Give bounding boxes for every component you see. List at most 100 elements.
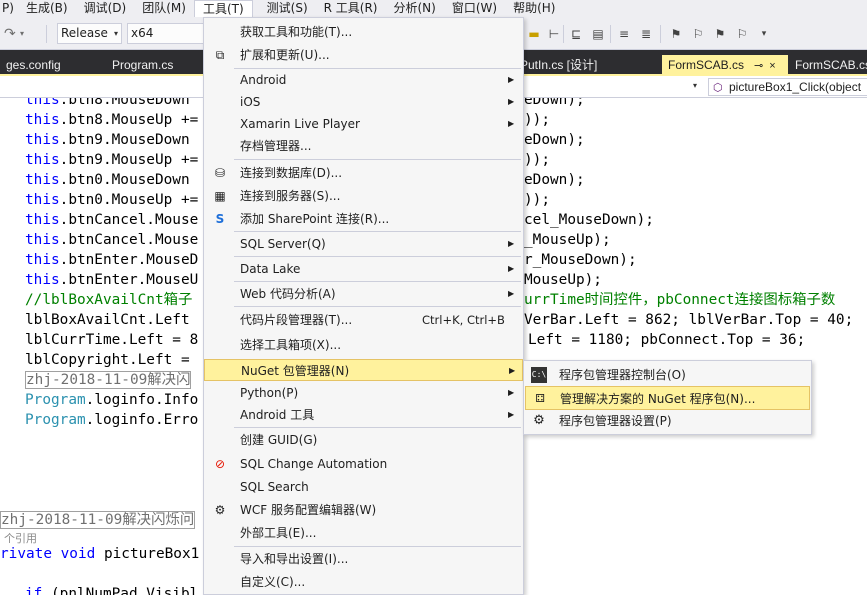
- code-line: zhj-2018-11-09解决闪烁问: [0, 510, 196, 530]
- menu-tools[interactable]: 工具(T): [193, 0, 253, 18]
- menu-item-data-lake[interactable]: Data Lake ▶: [204, 258, 523, 280]
- code-line-tail: r_MouseDown);: [524, 252, 637, 268]
- code-comment-tail: urrTime时间控件，pbConnect连接图标箱子数: [524, 292, 836, 308]
- menu-item-sql-server[interactable]: SQL Server(Q) ▶: [204, 233, 523, 255]
- menu-item-import-export-settings[interactable]: 导入和导出设置(I)...: [204, 548, 523, 570]
- menu-item-label: 自定义(C)...: [240, 575, 306, 589]
- toolbar-overflow-icon[interactable]: ▾: [756, 26, 772, 42]
- menu-item-label: 外部工具(E)...: [240, 526, 317, 540]
- menu-item-connect-database[interactable]: ⛁ 连接到数据库(D)...: [204, 162, 523, 184]
- comment-icon[interactable]: ≡: [616, 26, 632, 42]
- submenu-arrow-icon: ▶: [508, 264, 515, 273]
- pin-icon[interactable]: ⊸: [754, 60, 763, 72]
- menu-team[interactable]: 团队(M): [134, 0, 194, 17]
- member-dropdown[interactable]: ⬡ pictureBox1_Click(object: [708, 78, 867, 96]
- member-name: pictureBox1_Click(object: [729, 80, 862, 94]
- toolbar-icon-c[interactable]: ⊑: [568, 26, 584, 42]
- menu-item-android-tools[interactable]: Android 工具 ▶: [204, 404, 523, 426]
- menu-item-customize[interactable]: 自定义(C)...: [204, 571, 523, 593]
- menu-item-external-tools[interactable]: 外部工具(E)...: [204, 522, 523, 544]
- menu-separator: [234, 546, 521, 547]
- submenu-item-package-manager-settings[interactable]: ⚙ 程序包管理器设置(P): [525, 409, 810, 433]
- code-line: this.btnEnter.MouseD: [25, 252, 199, 268]
- menu-bar: P) 生成(B) 调试(D) 团队(M) 工具(T) 测试(S) R 工具(R)…: [0, 0, 867, 18]
- menu-debug[interactable]: 调试(D): [76, 0, 135, 17]
- menu-item-label: Android: [240, 73, 287, 87]
- menu-item-wcf-config-editor[interactable]: ⚙ WCF 服务配置编辑器(W): [204, 499, 523, 521]
- submenu-arrow-icon: ▶: [509, 366, 516, 375]
- toolbar-icon-b[interactable]: ⊢: [546, 26, 562, 42]
- menu-separator: [234, 281, 521, 282]
- submenu-arrow-icon: ▶: [508, 289, 515, 298]
- tab-label: FormSCAB.cs: [668, 58, 745, 72]
- menu-separator: [234, 427, 521, 428]
- menu-item-snippets-manager[interactable]: 代码片段管理器(T)... Ctrl+K, Ctrl+B: [204, 309, 523, 331]
- menu-item-sql-search[interactable]: SQL Search: [204, 476, 523, 498]
- menu-item-web-code-analysis[interactable]: Web 代码分析(A) ▶: [204, 283, 523, 305]
- menu-r-tools[interactable]: R 工具(R): [316, 0, 386, 17]
- code-line-tail: eDown);: [524, 98, 585, 108]
- menu-item-python[interactable]: Python(P) ▶: [204, 382, 523, 404]
- collapsed-region[interactable]: zhj-2018-11-09解决闪: [25, 371, 192, 389]
- sql-change-automation-icon: ⊘: [214, 457, 226, 471]
- menu-test[interactable]: 测试(S): [253, 0, 316, 17]
- code-line: zhj-2018-11-09解决闪: [25, 370, 192, 390]
- tab-program-cs[interactable]: Program.cs: [106, 55, 179, 76]
- tab-packages-config[interactable]: ges.config: [0, 55, 67, 76]
- code-line: Program.loginfo.Info: [25, 392, 199, 408]
- tab-formscab-active[interactable]: FormSCAB.cs ⊸ ×: [662, 55, 788, 76]
- toolbar-separator: [46, 25, 47, 43]
- menu-item-nuget-package-manager[interactable]: NuGet 包管理器(N) ▶: [204, 359, 523, 381]
- menu-item-create-guid[interactable]: 创建 GUID(G): [204, 429, 523, 451]
- uncomment-icon[interactable]: ≣: [638, 26, 654, 42]
- wcf-config-icon: ⚙: [214, 503, 226, 517]
- menu-item-android[interactable]: Android ▶: [204, 69, 523, 91]
- menu-build[interactable]: 生成(B): [18, 0, 76, 17]
- menu-separator: [234, 256, 521, 257]
- code-line: this.btn9.MouseUp +=: [25, 152, 199, 168]
- redo-icon[interactable]: ↷: [4, 26, 16, 42]
- collapsed-region[interactable]: zhj-2018-11-09解决闪烁问: [0, 511, 196, 529]
- bookmark-prev-icon[interactable]: ⚐: [690, 26, 706, 42]
- menu-window[interactable]: 窗口(W): [444, 0, 505, 17]
- code-line-tail: Left = 1180; pbConnect.Top = 36;: [528, 332, 806, 348]
- configuration-select[interactable]: Release ▾: [57, 23, 122, 44]
- code-line: this.btn8.MouseDown: [25, 98, 190, 108]
- menu-item-label: 获取工具和功能(T)...: [240, 25, 353, 39]
- code-line: lblBoxAvailCnt.Left: [25, 312, 190, 328]
- menu-item-archive-manager[interactable]: 存档管理器...: [204, 135, 523, 157]
- tab-label: FormSCAB.cs: [795, 58, 867, 72]
- menu-item-extensions[interactable]: ⧉ 扩展和更新(U)...: [204, 44, 523, 66]
- menu-item-ios[interactable]: iOS ▶: [204, 91, 523, 113]
- code-line-tail: ));: [524, 152, 550, 168]
- menu-item-xamarin-live-player[interactable]: Xamarin Live Player ▶: [204, 113, 523, 135]
- menu-item-get-tools[interactable]: 获取工具和功能(T)...: [204, 21, 523, 43]
- menu-item-add-sharepoint[interactable]: S 添加 SharePoint 连接(R)...: [204, 208, 523, 230]
- submenu-arrow-icon: ▶: [508, 410, 515, 419]
- menu-item-label: Python(P): [240, 386, 299, 400]
- chevron-down-icon[interactable]: ▾: [20, 29, 24, 38]
- bookmark-icon[interactable]: ⚑: [668, 26, 684, 42]
- tab-formscab-preview[interactable]: FormSCAB.cs: [789, 55, 867, 76]
- menu-item-connect-server[interactable]: ▦ 连接到服务器(S)...: [204, 185, 523, 207]
- chevron-down-icon[interactable]: ▾: [693, 81, 697, 90]
- menu-item-choose-toolbox-items[interactable]: 选择工具箱项(X)...: [204, 334, 523, 356]
- menu-item-sql-change-automation[interactable]: ⊘ SQL Change Automation: [204, 453, 523, 475]
- code-line: this.btn0.MouseUp +=: [25, 192, 199, 208]
- menu-item-label: iOS: [240, 95, 261, 109]
- bookmark-clear-icon[interactable]: ⚐: [734, 26, 750, 42]
- submenu-item-package-manager-console[interactable]: C:\ 程序包管理器控制台(O): [525, 363, 810, 387]
- nuget-submenu: C:\ 程序包管理器控制台(O) ⚃ 管理解决方案的 NuGet 程序包(N).…: [523, 360, 812, 435]
- gear-icon: ⚙: [533, 413, 545, 428]
- toolbar-icon-a[interactable]: ▬: [526, 26, 542, 42]
- menu-item-label: 存档管理器...: [240, 139, 312, 153]
- code-line-tail: ));: [524, 192, 550, 208]
- bookmark-next-icon[interactable]: ⚑: [712, 26, 728, 42]
- menu-analyze[interactable]: 分析(N): [385, 0, 443, 17]
- submenu-item-manage-nuget-packages[interactable]: ⚃ 管理解决方案的 NuGet 程序包(N)...: [525, 386, 810, 410]
- platform-select[interactable]: x64: [127, 23, 207, 44]
- toolbar-icon-d[interactable]: ▤: [590, 26, 606, 42]
- menu-project[interactable]: P): [0, 0, 18, 17]
- close-icon[interactable]: ×: [769, 60, 775, 72]
- menu-help[interactable]: 帮助(H): [505, 0, 563, 17]
